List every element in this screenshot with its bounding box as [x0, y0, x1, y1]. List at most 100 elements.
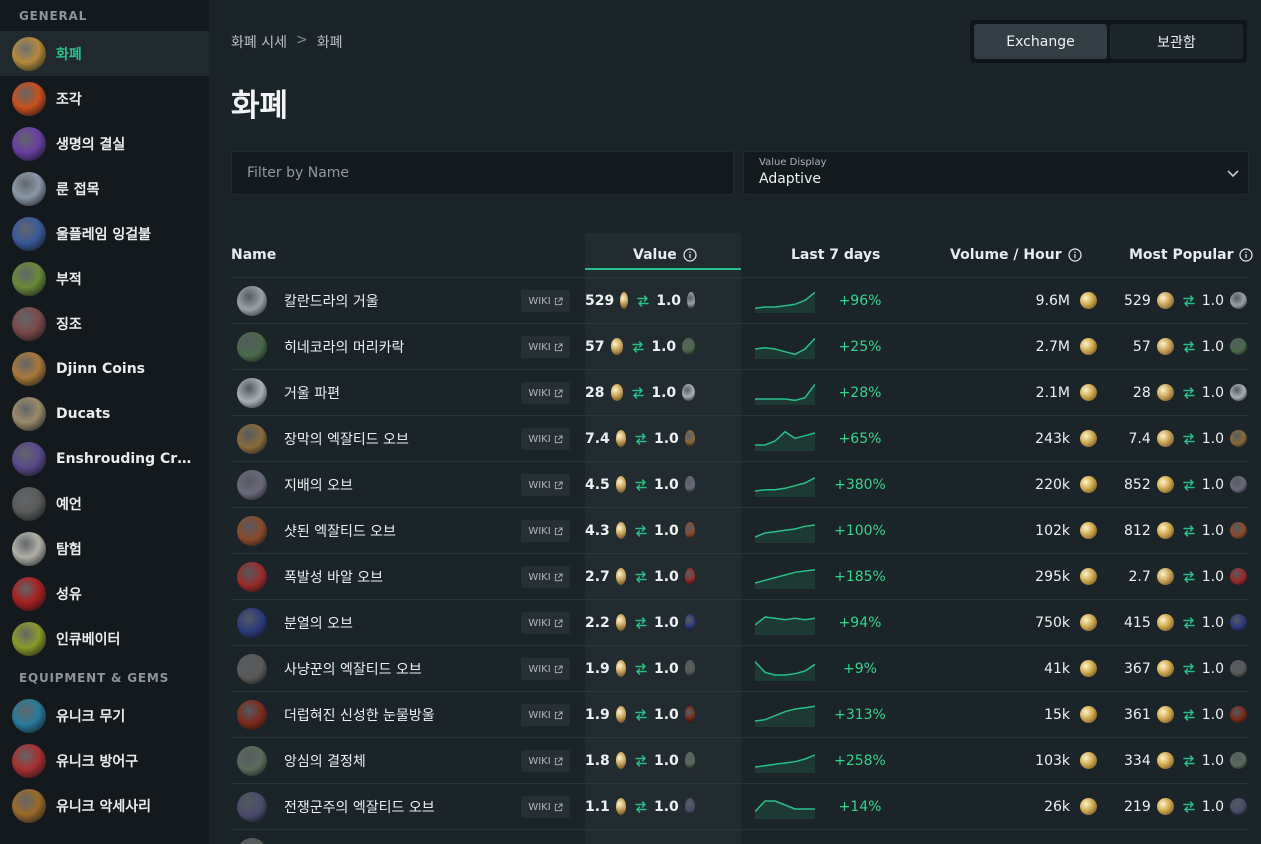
item-name[interactable]: 전쟁군주의 엑잘티드 오브: [284, 797, 435, 817]
most-popular-cell: 57 1.0: [1091, 324, 1247, 369]
wiki-link-button[interactable]: WIKI: [521, 566, 570, 588]
sidebar-item[interactable]: Djinn Coins: [0, 346, 209, 391]
popular-amount: 529: [1124, 292, 1151, 309]
sidebar-item[interactable]: 울플레임 잉걸불: [0, 211, 209, 256]
filter-by-name-input[interactable]: [231, 151, 734, 195]
volume-column-header[interactable]: Volume / Hour: [950, 247, 1082, 263]
swap-arrows-icon: [635, 478, 647, 491]
popular-amount: 57: [1132, 338, 1151, 355]
table-row[interactable]: 히네코라의 머리카락 WIKI 57 1.0 +25% 2.7M 57 1.0: [231, 324, 1249, 370]
item-name-cell: 더럽혀진 신성한 눈물방울: [237, 692, 435, 737]
wiki-link-button[interactable]: WIKI: [521, 382, 570, 404]
sidebar-item[interactable]: 성유: [0, 571, 209, 616]
sidebar-item[interactable]: 인큐베이터: [0, 616, 209, 661]
sidebar-item[interactable]: 화폐: [0, 31, 209, 76]
table-row[interactable]: 사냥꾼의 엑잘티드 오브 WIKI 1.9 1.0 +9% 41k 367 1.0: [231, 646, 1249, 692]
item-name[interactable]: 더럽혀진 신성한 눈물방울: [284, 705, 435, 725]
item-name[interactable]: 사냥꾼의 엑잘티드 오브: [284, 659, 422, 679]
item-name[interactable]: 장막의 엑잘티드 오브: [284, 429, 409, 449]
item-name[interactable]: 샷된 엑잘티드 오브: [284, 521, 396, 541]
wiki-link-button[interactable]: WIKI: [521, 750, 570, 772]
percent-change: +96%: [838, 292, 882, 309]
table-row[interactable]: 칼란드라의 거울 WIKI 529 1.0 +96% 9.6M 529 1.0: [231, 278, 1249, 324]
sidebar-item[interactable]: 유니크 악세사리: [0, 783, 209, 828]
item-name[interactable]: 분열의 오브: [284, 613, 353, 633]
sidebar-item-label: 징조: [56, 316, 82, 333]
sidebar-item[interactable]: Enshrouding Crys...: [0, 436, 209, 481]
most-popular-cell: 2.7 1.0: [1091, 554, 1247, 599]
sidebar-item[interactable]: 탐험: [0, 526, 209, 571]
info-icon[interactable]: [1239, 248, 1254, 262]
sidebar-item[interactable]: 부적: [0, 256, 209, 301]
popular-ratio: 1.0: [1201, 752, 1224, 769]
info-icon[interactable]: [1068, 248, 1082, 262]
wiki-link-button[interactable]: WIKI: [521, 336, 570, 358]
sidebar-item[interactable]: 유니크 무기: [0, 693, 209, 738]
item-thumb-icon: [1230, 384, 1247, 401]
swap-arrows-icon: [1182, 294, 1195, 307]
item-thumb-icon: [1230, 292, 1247, 309]
item-name[interactable]: 히네코라의 머리카락: [284, 337, 404, 357]
table-row[interactable]: 폭발성 바알 오브 WIKI 2.7 1.0 +185% 295k 2.7 1.0: [231, 554, 1249, 600]
unique-armour-icon: [12, 743, 46, 778]
item-name[interactable]: 폭발성 바알 오브: [284, 567, 383, 587]
sidebar-item-label: 인큐베이터: [56, 631, 121, 648]
wiki-link-button[interactable]: WIKI: [521, 796, 570, 818]
sidebar-item[interactable]: 조각: [0, 76, 209, 121]
item-name[interactable]: 칼란드라의 거울: [284, 291, 379, 311]
sparkline-area: [755, 800, 815, 819]
sidebar-item[interactable]: 예언: [0, 481, 209, 526]
sidebar-item[interactable]: 룬 접목: [0, 166, 209, 211]
exchange-toggle-button[interactable]: Exchange: [974, 24, 1107, 59]
swap-wrap: [634, 800, 648, 814]
last-7-days-column-header[interactable]: Last 7 days: [791, 247, 880, 263]
name-column-header[interactable]: Name: [231, 247, 276, 263]
table-row[interactable]: 더럽혀진 신성한 눈물방울 WIKI 1.9 1.0 +313% 15k 361 1.0: [231, 692, 1249, 738]
sidebar-item-label: 부적: [56, 271, 82, 288]
swap-arrows-icon: [635, 432, 647, 445]
sidebar-item[interactable]: 징조: [0, 301, 209, 346]
sidebar-section-title: EQUIPMENT & GEMS: [19, 671, 170, 685]
wiki-link-button[interactable]: WIKI: [521, 520, 570, 542]
chaos-orb-icon: [1156, 568, 1174, 585]
stash-toggle-button[interactable]: 보관함: [1110, 24, 1243, 59]
wiki-link-button[interactable]: WIKI: [521, 474, 570, 496]
divine-orb-icon: [1156, 660, 1174, 677]
table-row[interactable]: 전쟁군주의 엑잘티드 오브 WIKI 1.1 1.0 +14% 26k 219 1.0: [231, 784, 1249, 830]
wiki-link-button[interactable]: WIKI: [521, 704, 570, 726]
table-row[interactable]: 지배의 오브 WIKI 4.5 1.0 +380% 220k 852 1.0: [231, 462, 1249, 508]
info-icon[interactable]: [683, 248, 697, 262]
wiki-label: WIKI: [528, 571, 551, 583]
item-name-cell: 사냥꾼의 엑잘티드 오브: [237, 646, 422, 691]
item-name[interactable]: 지배의 오브: [284, 475, 353, 495]
breadcrumb-root-link[interactable]: 화폐 시세: [231, 32, 287, 52]
value-display-select[interactable]: Value Display Adaptive: [743, 151, 1249, 195]
table-row[interactable]: 분열의 오브 WIKI 2.2 1.0 +94% 750k 415 1.0: [231, 600, 1249, 646]
chaos-orb-icon: [615, 798, 626, 815]
sidebar-item[interactable]: Ducats: [0, 391, 209, 436]
wiki-link-button[interactable]: WIKI: [521, 290, 570, 312]
value-column-header[interactable]: Value: [633, 247, 697, 263]
sidebar-item[interactable]: 유니크 방어구: [0, 738, 209, 783]
popular-amount: 812: [1124, 522, 1151, 539]
table-row[interactable]: 샷된 엑잘티드 오브 WIKI 4.3 1.0 +100% 102k 812 1.0: [231, 508, 1249, 554]
item-name[interactable]: 거울 파편: [284, 383, 340, 403]
chaos-orb-icon: [615, 614, 626, 631]
most-popular-cell: 367 1.0: [1091, 646, 1247, 691]
sidebar-item-label: 성유: [56, 586, 82, 603]
volume-cell: 103k: [971, 738, 1097, 783]
table-row[interactable]: 거울 파편 WIKI 28 1.0 +28% 2.1M 28 1.0: [231, 370, 1249, 416]
wiki-link-button[interactable]: WIKI: [521, 428, 570, 450]
percent-change: +9%: [843, 660, 877, 677]
wiki-link-button[interactable]: WIKI: [521, 612, 570, 634]
item-name-cell: 히네코라의 머리카락: [237, 324, 404, 369]
sidebar-item[interactable]: 생명의 결실: [0, 121, 209, 166]
table-row[interactable]: [231, 830, 1249, 844]
table-row[interactable]: 앙심의 결정체 WIKI 1.8 1.0 +258% 103k 334 1.0: [231, 738, 1249, 784]
swap-wrap: [634, 478, 648, 492]
table-row[interactable]: 장막의 엑잘티드 오브 WIKI 7.4 1.0 +65% 243k 7.4 1.0: [231, 416, 1249, 462]
item-name[interactable]: 앙심의 결정체: [284, 751, 366, 771]
most-popular-column-header[interactable]: Most Popular: [1129, 247, 1254, 263]
wiki-link-button[interactable]: WIKI: [521, 658, 570, 680]
item-icon: [237, 791, 267, 822]
